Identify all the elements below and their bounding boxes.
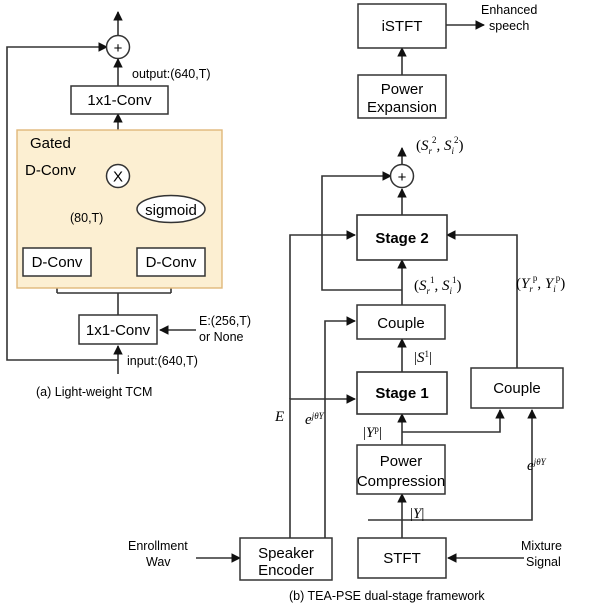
stft-label: STFT (383, 550, 421, 567)
panel-b-box-power-compression[interactable]: Power Compression (356, 444, 446, 495)
panel-b-box-stage1[interactable]: Stage 1 (356, 371, 448, 415)
embedding-input-label-line2: or None (199, 330, 244, 344)
svg-text:|Yp|: |Yp| (363, 424, 382, 441)
enhanced-speech-label-line1: Enhanced (481, 3, 537, 17)
panel-b-box-istft[interactable]: iSTFT (357, 3, 447, 49)
enhanced-speech-label-line2: speech (489, 19, 529, 33)
svg-text:(Yrp, Yip): (Yrp, Yip) (516, 273, 565, 294)
power-compression-label-line1: Power (380, 453, 423, 470)
mixture-signal-label-line1: Mixture (521, 539, 562, 553)
conv-top-label: 1x1-Conv (87, 92, 152, 109)
svg-text:E: E (274, 409, 284, 425)
panel-b-box-stage2[interactable]: Stage 2 (356, 214, 448, 261)
svg-text:ejθY: ejθY (305, 411, 325, 428)
power-expansion-label-line2: Expansion (367, 99, 437, 116)
panel-a-multiply-node: X (105, 163, 131, 189)
panel-a-add-node: + (105, 34, 131, 60)
svg-text:|Y|: |Y| (410, 506, 424, 522)
panel-b-add-node: + (389, 163, 415, 189)
panel-b-box-speaker-encoder[interactable]: Speaker Encoder (239, 537, 333, 581)
couple-left-label: Couple (377, 315, 425, 332)
panel-a-box-conv-bottom[interactable]: 1x1-Conv (78, 314, 158, 345)
raw-magnitude-label: |Y| (410, 506, 424, 522)
embedding-input-label-line1: E:(256,T) (199, 314, 251, 328)
compressed-magnitude-label: |Yp| (363, 424, 382, 441)
panel-b-add-operator-label: + (398, 169, 407, 186)
svg-text:(Sr1, Si1): (Sr1, Si1) (414, 275, 462, 296)
panel-a-box-dconv-right[interactable]: D-Conv (136, 247, 206, 277)
gated-region-label-line1: Gated (30, 135, 71, 152)
svg-text:ejθY: ejθY (527, 457, 547, 474)
mixture-signal-label-line2: Signal (526, 555, 561, 569)
dconv-right-label: D-Conv (146, 254, 197, 271)
coupled-magnitude-label: |S1| (414, 349, 432, 366)
panel-a-sigmoid-node[interactable]: sigmoid (136, 194, 206, 224)
stage1-label: Stage 1 (375, 385, 428, 402)
sigmoid-label: sigmoid (145, 202, 197, 219)
phase-label-right: ejθY (527, 457, 547, 474)
svg-text:(Sr2, Si2): (Sr2, Si2) (416, 135, 464, 156)
speaker-encoder-label-line1: Speaker (258, 545, 314, 562)
phase-label-left: ejθY (305, 411, 325, 428)
enrollment-wav-label-line2: Wav (146, 555, 171, 569)
mid-shape-label: (80,T) (70, 211, 103, 225)
stage2-label: Stage 2 (375, 230, 428, 247)
panel-b-box-power-expansion[interactable]: Power Expansion (357, 74, 447, 119)
panel-b-box-couple-left[interactable]: Couple (356, 304, 446, 340)
istft-label: iSTFT (382, 18, 423, 35)
couple-right-label: Couple (493, 380, 541, 397)
figure-container: Gated D-Conv 1x1-Conv D-Conv D-Conv sigm… (0, 0, 590, 608)
panel-b-box-couple-right[interactable]: Couple (470, 367, 564, 409)
input-shape-label: input:(640,T) (127, 354, 198, 368)
enrollment-wav-label-line1: Enrollment (128, 539, 188, 553)
panel-b-box-stft[interactable]: STFT (357, 537, 447, 579)
conv-bottom-label: 1x1-Conv (86, 322, 151, 339)
power-expansion-label-line1: Power (381, 81, 424, 98)
svg-text:|S1|: |S1| (414, 349, 432, 366)
panel-a-caption: (a) Light-weight TCM (36, 385, 152, 399)
power-compression-label-line2: Compression (357, 473, 445, 490)
output-shape-label: output:(640,T) (132, 67, 211, 81)
panel-a-box-conv-top[interactable]: 1x1-Conv (70, 85, 169, 115)
stage2-output-signal-label: (Sr2, Si2) (416, 135, 464, 156)
couple-right-output-signal-label: (Yrp, Yip) (516, 273, 565, 294)
panel-a-box-dconv-left[interactable]: D-Conv (22, 247, 92, 277)
speaker-embedding-label: E (274, 409, 284, 425)
panel-a-plain-lines (57, 292, 171, 315)
panel-b-caption: (b) TEA-PSE dual-stage framework (289, 589, 485, 603)
gated-region-label-line2: D-Conv (25, 162, 76, 179)
speaker-encoder-label-line2: Encoder (258, 562, 314, 579)
dconv-left-label: D-Conv (32, 254, 83, 271)
stage1-output-signal-label: (Sr1, Si1) (414, 275, 462, 296)
multiply-operator-label: X (113, 169, 123, 186)
add-operator-label: + (114, 40, 123, 57)
